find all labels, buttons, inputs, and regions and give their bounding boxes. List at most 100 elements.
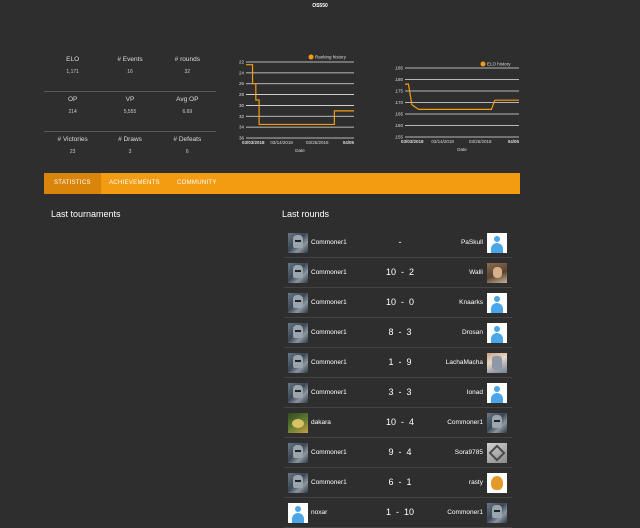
left-player-avatar[interactable] [288, 323, 308, 343]
stat-value: 5,555 [123, 109, 137, 115]
right-player-avatar[interactable] [487, 323, 507, 343]
left-player-name[interactable]: Commoner1 [311, 299, 347, 306]
round-score: - [398, 237, 402, 247]
stat-label: OP [67, 96, 78, 103]
left-player-name[interactable]: Commoner1 [311, 329, 347, 336]
y-tick-label: 22 [239, 60, 245, 65]
y-tick-label: 30 [239, 103, 245, 108]
y-tick-label: 26 [239, 81, 245, 86]
y-tick-label: 1165 [395, 112, 403, 117]
left-player-avatar[interactable] [288, 383, 308, 403]
stat-label: VP [125, 96, 135, 103]
stat-value: 23 [69, 149, 76, 155]
stat-label: # Victories [57, 136, 88, 143]
right-player-avatar[interactable] [487, 383, 507, 403]
round-row: Commoner1 10 - 0 Knaarks [284, 288, 512, 318]
x-axis-label: Date [295, 148, 305, 153]
round-row: dakara 10 - 4 Commoner1 [284, 408, 512, 438]
right-player-name[interactable]: Drosan [462, 329, 483, 336]
right-player-avatar[interactable] [487, 443, 507, 463]
avatar-head [494, 326, 500, 332]
left-player-avatar[interactable] [288, 413, 308, 433]
left-player-name[interactable]: Commoner1 [311, 449, 347, 456]
stat-draws: # Draws 3 [101, 132, 158, 172]
ranking-history-svg: 222426283032343603/03/2018 03/14/2018 03/2… [239, 54, 354, 153]
left-player-avatar[interactable] [288, 503, 308, 523]
visor-shape [295, 300, 301, 302]
y-tick-label: 32 [239, 114, 245, 119]
right-player-name[interactable]: LachaMacha [446, 359, 483, 366]
round-score: 8 - 3 [388, 327, 412, 337]
x-tick-label: 03/03/2018 [401, 139, 424, 144]
stat-label: # rounds [174, 56, 200, 63]
left-player-name[interactable]: Commoner1 [311, 479, 347, 486]
left-player-name[interactable]: noxar [311, 509, 327, 516]
visor-shape [295, 390, 301, 392]
right-player-avatar[interactable] [487, 233, 507, 253]
round-score: 6 - 1 [388, 477, 412, 487]
avatar-body [292, 513, 304, 523]
visor-shape [295, 330, 301, 332]
left-player-avatar[interactable] [288, 233, 308, 253]
avatar-mech [488, 444, 506, 462]
left-player-name[interactable]: dakara [311, 419, 331, 426]
tab-achievements[interactable]: ACHIEVEMENTS [99, 173, 170, 194]
avatar-body [491, 243, 503, 253]
profile-tabs: STATISTICS ACHIEVEMENTS COMMUNITY [44, 173, 520, 194]
round-score: 3 - 3 [388, 387, 412, 397]
visor-shape [295, 240, 301, 242]
y-tick-label: 24 [239, 70, 245, 75]
stat-value: 6.69 [182, 109, 193, 115]
tab-statistics[interactable]: STATISTICS [44, 173, 101, 194]
right-player-avatar[interactable] [487, 413, 507, 433]
round-row: noxar 1 - 10 Commoner1 [284, 498, 512, 528]
round-score: 10 - 2 [385, 267, 414, 277]
right-player-name[interactable]: Walli [469, 269, 483, 276]
left-player-avatar[interactable] [288, 353, 308, 373]
x-tick-label: 03/25/2018 [469, 139, 492, 144]
left-player-name[interactable]: Commoner1 [311, 389, 347, 396]
right-player-name[interactable]: Sora9785 [455, 449, 483, 456]
visor-shape [295, 480, 301, 482]
stat-label: Avg OP [176, 96, 199, 103]
stat-elo: ELO 1,171 [44, 52, 101, 91]
legend-label: ELO history [487, 62, 511, 67]
left-player-name[interactable]: Commoner1 [311, 269, 347, 276]
right-player-avatar[interactable] [487, 263, 507, 283]
right-player-name[interactable]: Commoner1 [447, 419, 483, 426]
y-tick-label: 34 [239, 125, 245, 130]
stat-label: # Draws [118, 136, 142, 143]
legend-marker [480, 61, 486, 67]
right-player-avatar[interactable] [487, 353, 507, 373]
right-player-avatar[interactable] [487, 293, 507, 313]
left-player-name[interactable]: Commoner1 [311, 359, 347, 366]
avatar-head [494, 296, 500, 302]
right-player-name[interactable]: rasty [469, 479, 483, 486]
stat-avg-op: Avg OP 6.69 [159, 92, 216, 131]
right-player-name[interactable]: Commoner1 [447, 509, 483, 516]
right-player-name[interactable]: PaSkull [461, 239, 483, 246]
round-score: 9 - 4 [388, 447, 412, 457]
avatar-body [491, 393, 503, 403]
x-tick-label: 03/14/2018 [270, 140, 293, 145]
right-player-avatar[interactable] [487, 503, 507, 523]
avatar-face [493, 267, 502, 278]
right-player-avatar[interactable] [487, 473, 507, 493]
left-player-avatar[interactable] [288, 293, 308, 313]
left-player-avatar[interactable] [288, 473, 308, 493]
series-line [405, 83, 519, 111]
stat-vp: VP 5,555 [101, 92, 158, 131]
left-player-name[interactable]: Commoner1 [311, 239, 347, 246]
visor-shape [295, 450, 301, 452]
stats-row: OP 214 VP 5,555 Avg OP 6.69 [44, 92, 216, 132]
right-player-name[interactable]: Ionad [467, 389, 483, 396]
x-tick-label: 03/03/2018 [242, 140, 265, 145]
stat-value: 3 [128, 149, 132, 155]
left-player-avatar[interactable] [288, 443, 308, 463]
stats-row: ELO 1,171 # Events 16 # rounds 32 [44, 52, 216, 92]
rounds-list: Commoner1 - PaSkull Commoner1 10 - 2 Walli Com… [284, 228, 512, 528]
left-player-avatar[interactable] [288, 263, 308, 283]
right-player-name[interactable]: Knaarks [459, 299, 483, 306]
tab-community[interactable]: COMMUNITY [167, 173, 227, 194]
round-score: 10 - 0 [385, 297, 414, 307]
